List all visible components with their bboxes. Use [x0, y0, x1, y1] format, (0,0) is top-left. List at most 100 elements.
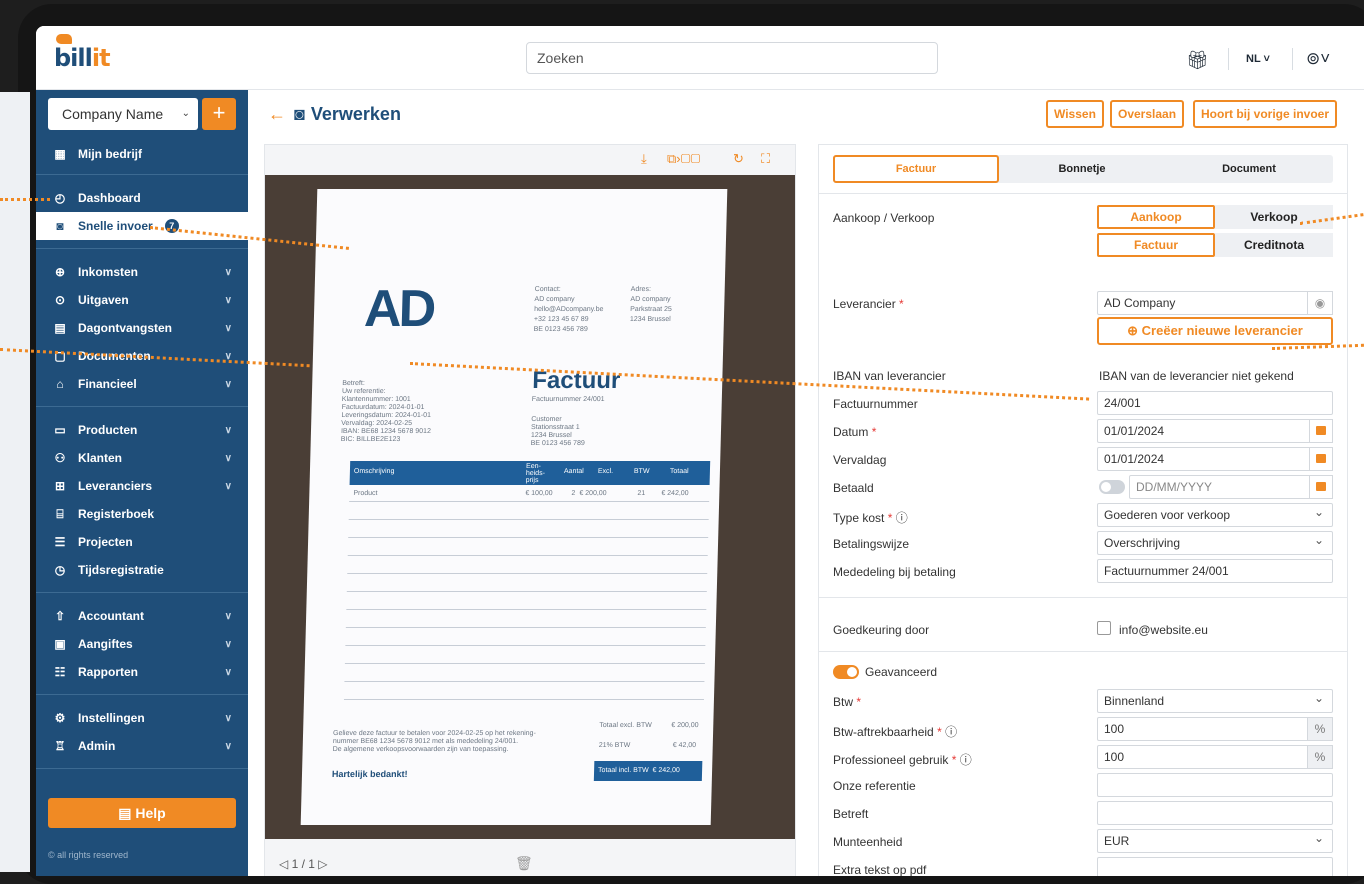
sidebar-item-dashboard[interactable]: ◴ Dashboard — [36, 184, 248, 212]
credit-note-toggle[interactable]: Creditnota — [1215, 233, 1333, 257]
sidebar-item-inkomsten[interactable]: ⊕ Inkomsten ∨ — [36, 258, 248, 286]
sidebar-item-aangiftes[interactable]: ▣ Aangiftes ∨ — [36, 630, 248, 658]
sidebar-item-producten[interactable]: ▭ Producten ∨ — [36, 416, 248, 444]
page-navigator[interactable]: ◁ 1 / 1 ▷ — [279, 857, 327, 871]
calendar-glyph — [1316, 482, 1326, 491]
sidebar-item-admin[interactable]: ♖ Admin ∨ — [36, 732, 248, 760]
sale-toggle[interactable]: Verkoop — [1215, 205, 1333, 229]
calendar-icon[interactable] — [1309, 419, 1333, 443]
approval-checkbox[interactable] — [1097, 621, 1111, 635]
info-icon[interactable]: ⓘ — [896, 511, 908, 525]
help-button[interactable]: ▤ Help — [48, 798, 236, 828]
chevron-down-icon: ⌄ — [181, 108, 190, 119]
arrow-down-circle-icon: ⊕ — [54, 265, 66, 279]
callout-line — [0, 198, 50, 201]
next-page-icon[interactable]: ▷ — [315, 857, 327, 871]
table-row-line — [345, 627, 706, 628]
previous-page-icon[interactable]: ◁ — [279, 857, 292, 871]
rotate-icon[interactable]: ↻ — [733, 151, 744, 167]
subject-label: Betreft — [833, 807, 869, 821]
declaration-icon: ▣ — [54, 637, 66, 651]
company-select[interactable]: Company Name ⌄ — [48, 98, 198, 130]
invoice-number-input[interactable]: 24/001 — [1097, 391, 1333, 415]
gift-icon[interactable]: 🎁︎ — [1186, 50, 1209, 71]
percent-addon: % — [1307, 745, 1333, 769]
professional-use-input[interactable]: 100% — [1097, 745, 1333, 769]
tab-document[interactable]: Document — [1165, 155, 1333, 183]
box-icon: ▭ — [54, 423, 66, 437]
divider — [36, 174, 248, 175]
paid-toggle[interactable] — [1099, 480, 1125, 494]
sidebar-item-registerboek[interactable]: ⌸ Registerboek — [36, 500, 248, 528]
invoice-toggle[interactable]: Factuur — [1097, 233, 1215, 257]
calendar-icon[interactable] — [1309, 475, 1333, 499]
back-arrow-icon[interactable]: ← — [268, 104, 286, 124]
sidebar-item-accountant[interactable]: ⇧ Accountant ∨ — [36, 602, 248, 630]
purchase-toggle[interactable]: Aankoop — [1097, 205, 1215, 229]
sidebar-item-rapporten[interactable]: ☷ Rapporten ∨ — [36, 658, 248, 686]
sidebar-item-tijdsregistratie[interactable]: ◷ Tijdsregistratie — [36, 556, 248, 584]
tab-bonnetje[interactable]: Bonnetje — [999, 155, 1165, 183]
info-icon[interactable]: ⓘ — [945, 725, 957, 739]
payment-note: De algemene verkoopsvoorwaarden zijn van… — [332, 746, 509, 753]
plus-circle-icon: ⊕ — [1127, 323, 1142, 338]
payment-message-input[interactable]: Factuurnummer 24/001 — [1097, 559, 1333, 583]
due-date-input[interactable]: 01/01/2024 — [1097, 447, 1333, 471]
paid-date-input[interactable]: DD/MM/YYYY — [1129, 475, 1333, 499]
skip-button[interactable]: Overslaan — [1110, 100, 1185, 128]
clear-button[interactable]: Wissen — [1046, 100, 1104, 128]
admin-icon: ♖ — [54, 739, 66, 753]
date-input[interactable]: 01/01/2024 — [1097, 419, 1333, 443]
download-icon[interactable]: ⤓ — [641, 151, 647, 167]
currency-select[interactable]: EUR — [1097, 827, 1333, 853]
sidebar-item-mijn-bedrijf[interactable]: ▦ Mijn bedrijf — [36, 140, 248, 168]
advanced-toggle[interactable] — [833, 665, 859, 679]
tab-factuur[interactable]: Factuur — [833, 155, 999, 183]
advanced-label: Geavanceerd — [865, 665, 938, 679]
payment-method-select[interactable]: Overschrijving — [1097, 529, 1333, 555]
sidebar-item-uitgaven[interactable]: ⊙ Uitgaven ∨ — [36, 286, 248, 314]
divider — [819, 193, 1347, 194]
supplier-input[interactable]: AD Company ◉ — [1097, 291, 1333, 315]
billit-logo[interactable]: billit — [54, 34, 111, 72]
divider — [36, 248, 248, 249]
sidebar-item-dagontvangsten[interactable]: ▤ Dagontvangsten ∨ — [36, 314, 248, 342]
subject-input[interactable] — [1097, 801, 1333, 825]
grand-total-label: Totaal incl. BTW — [598, 767, 649, 774]
split-pages-icon[interactable]: ⧉›▢▢ — [667, 151, 700, 167]
report-icon: ☷ — [54, 665, 66, 679]
supplier-label-text: Leverancier — [833, 297, 896, 311]
sidebar-item-financieel[interactable]: ⌂ Financieel ∨ — [36, 370, 248, 398]
vat-deductibility-input[interactable]: 100% — [1097, 717, 1333, 741]
trash-icon[interactable]: 🗑︎ — [515, 855, 533, 872]
sidebar-item-label: Snelle invoer — [78, 219, 153, 233]
search-input[interactable]: Zoeken — [526, 42, 938, 74]
invoice-detail: BIC: BILLBE2E123 — [340, 436, 401, 443]
table-cell: 2 — [571, 490, 576, 497]
sidebar-item-label: Dagontvangsten — [78, 321, 173, 335]
eye-icon[interactable]: ◉ — [1307, 291, 1333, 315]
clock-icon: ◷ — [54, 563, 66, 577]
required-marker: * — [871, 425, 877, 439]
extra-text-input[interactable] — [1097, 857, 1333, 876]
belongs-previous-button[interactable]: Hoort bij vorige invoer — [1193, 100, 1338, 128]
sidebar-item-instellingen[interactable]: ⚙ Instellingen ∨ — [36, 704, 248, 732]
cost-type-select[interactable]: Goederen voor verkoop — [1097, 501, 1333, 527]
sidebar-item-leveranciers[interactable]: ⊞ Leveranciers ∨ — [36, 472, 248, 500]
calendar-icon[interactable] — [1309, 447, 1333, 471]
table-row-line — [345, 645, 706, 646]
sidebar-item-klanten[interactable]: ⚇ Klanten ∨ — [36, 444, 248, 472]
expand-icon[interactable]: ⛶ — [761, 151, 770, 167]
divider — [36, 406, 248, 407]
vat-select[interactable]: Binnenland — [1097, 687, 1333, 713]
sidebar-item-label: Uitgaven — [78, 293, 129, 307]
our-reference-input[interactable] — [1097, 773, 1333, 797]
create-supplier-label: Creëer nieuwe leverancier — [1141, 323, 1303, 338]
vat-deductibility-label: Btw-aftrekbaarheid * ⓘ — [833, 723, 957, 740]
add-company-button[interactable]: + — [202, 98, 236, 130]
user-menu-icon[interactable]: ⊚˅ — [1306, 49, 1330, 69]
sidebar-item-projecten[interactable]: ☰ Projecten — [36, 528, 248, 556]
create-supplier-button[interactable]: ⊕ Creëer nieuwe leverancier — [1097, 317, 1333, 345]
language-select[interactable]: NL ˅ — [1246, 53, 1270, 65]
info-icon[interactable]: ⓘ — [960, 753, 972, 767]
